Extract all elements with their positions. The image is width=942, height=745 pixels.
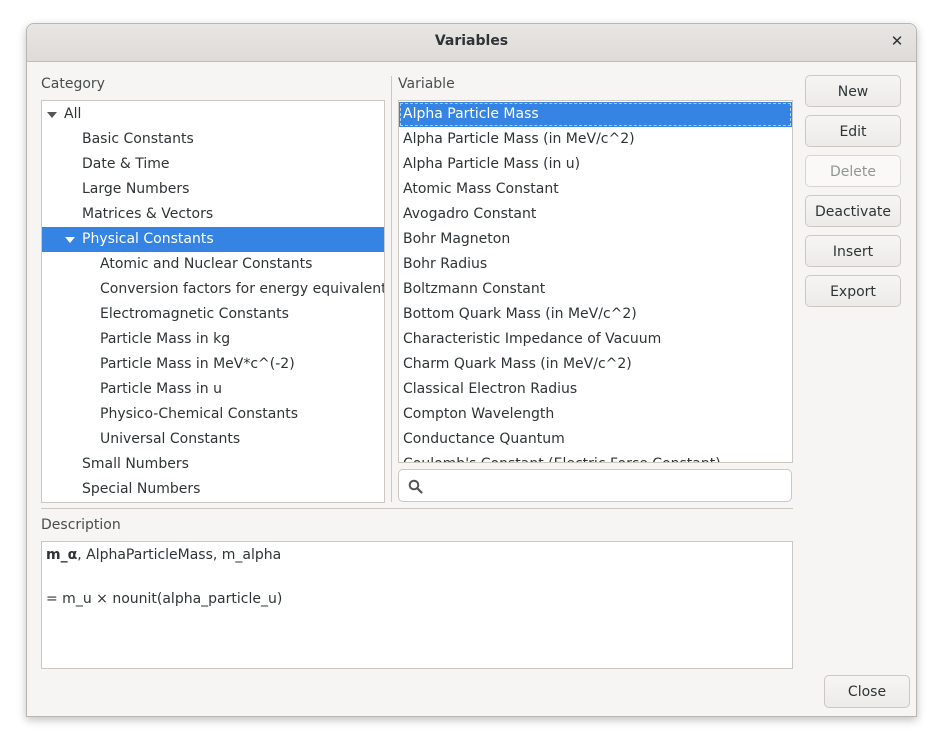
variable-item[interactable]: Boltzmann Constant bbox=[399, 277, 792, 302]
insert-button[interactable]: Insert bbox=[805, 235, 901, 267]
category-item[interactable]: Universal Constants bbox=[42, 427, 384, 452]
close-icon[interactable]: ✕ bbox=[888, 32, 906, 50]
category-item-label: Physical Constants bbox=[82, 231, 214, 247]
delete-button[interactable]: Delete bbox=[805, 155, 901, 187]
category-item-label: Universal Constants bbox=[100, 431, 241, 447]
category-item-label: Matrices & Vectors bbox=[82, 206, 214, 222]
export-button[interactable]: Export bbox=[805, 275, 901, 307]
variable-item[interactable]: Bohr Magneton bbox=[399, 227, 792, 252]
category-item-label: Small Numbers bbox=[82, 456, 189, 472]
category-item-label: Electromagnetic Constants bbox=[100, 306, 289, 322]
category-item-label: Date & Time bbox=[82, 156, 170, 172]
variable-label: Variable bbox=[398, 76, 455, 92]
category-item[interactable]: All bbox=[42, 102, 384, 127]
category-tree[interactable]: All Basic Constants Date & Time Large Numbe… bbox=[41, 100, 385, 503]
pane-divider[interactable] bbox=[391, 76, 392, 502]
category-item[interactable]: Physico-Chemical Constants bbox=[42, 402, 384, 427]
variable-item[interactable]: Charm Quark Mass (in MeV/c^2) bbox=[399, 352, 792, 377]
category-item[interactable]: Particle Mass in kg bbox=[42, 327, 384, 352]
category-item[interactable]: Particle Mass in u bbox=[42, 377, 384, 402]
close-button[interactable]: Close bbox=[824, 675, 910, 708]
category-item[interactable]: Basic Constants bbox=[42, 127, 384, 152]
category-item-label: Large Numbers bbox=[82, 181, 190, 197]
search-icon bbox=[408, 479, 423, 494]
category-item[interactable]: Conversion factors for energy equivalent… bbox=[42, 277, 384, 302]
description-expression: = m_u × nounit(alpha_particle_u) bbox=[46, 591, 283, 607]
category-item[interactable]: Matrices & Vectors bbox=[42, 202, 384, 227]
section-divider[interactable] bbox=[41, 508, 793, 509]
variables-dialog: Variables ✕ Category All Basic Constants D… bbox=[26, 23, 917, 717]
variable-search-field[interactable] bbox=[398, 469, 792, 502]
variable-item[interactable]: Coulomb's Constant (Electric Force Const… bbox=[399, 452, 792, 462]
new-button[interactable]: New bbox=[805, 75, 901, 107]
variable-item[interactable]: Alpha Particle Mass (in u) bbox=[399, 152, 792, 177]
variable-list[interactable]: Alpha Particle Mass Alpha Particle Mass (… bbox=[398, 100, 793, 463]
variable-item[interactable]: Atomic Mass Constant bbox=[399, 177, 792, 202]
description-names: m_α, AlphaParticleMass, m_alpha bbox=[46, 547, 281, 563]
variable-item[interactable]: Alpha Particle Mass bbox=[399, 102, 792, 127]
variable-item[interactable]: Alpha Particle Mass (in MeV/c^2) bbox=[399, 127, 792, 152]
category-item[interactable]: Small Numbers bbox=[42, 452, 384, 477]
window-title: Variables bbox=[434, 33, 509, 49]
description-text-view[interactable]: m_α, AlphaParticleMass, m_alpha = m_u × … bbox=[41, 541, 793, 669]
category-item-label: Particle Mass in MeV*c^(-2) bbox=[100, 356, 295, 372]
variable-item[interactable]: Compton Wavelength bbox=[399, 402, 792, 427]
alternate-names: , AlphaParticleMass, m_alpha bbox=[77, 547, 282, 563]
category-item-label: Special Numbers bbox=[82, 481, 201, 497]
category-item-label: All bbox=[64, 106, 82, 122]
expander-arrow-icon[interactable] bbox=[65, 237, 75, 243]
variable-item[interactable]: Bohr Radius bbox=[399, 252, 792, 277]
category-item[interactable]: Physical Constants bbox=[42, 227, 384, 252]
variable-item[interactable]: Characteristic Impedance of Vacuum bbox=[399, 327, 792, 352]
category-item-label: Particle Mass in kg bbox=[100, 331, 231, 347]
variable-item[interactable]: Conductance Quantum bbox=[399, 427, 792, 452]
category-item[interactable]: Particle Mass in MeV*c^(-2) bbox=[42, 352, 384, 377]
category-item[interactable]: Special Numbers bbox=[42, 477, 384, 502]
category-item[interactable]: Electromagnetic Constants bbox=[42, 302, 384, 327]
title-bar[interactable]: Variables ✕ bbox=[27, 24, 916, 62]
search-input[interactable] bbox=[431, 474, 785, 500]
expander-arrow-icon[interactable] bbox=[47, 112, 57, 118]
edit-button[interactable]: Edit bbox=[805, 115, 901, 147]
primary-name: m_α bbox=[46, 547, 78, 563]
deactivate-button[interactable]: Deactivate bbox=[805, 195, 901, 227]
category-item-label: Conversion factors for energy equivalent… bbox=[100, 281, 385, 297]
category-label: Category bbox=[41, 76, 105, 92]
category-item-label: Basic Constants bbox=[82, 131, 194, 147]
category-item[interactable]: Atomic and Nuclear Constants bbox=[42, 252, 384, 277]
category-item-label: Particle Mass in u bbox=[100, 381, 222, 397]
category-item-label: Atomic and Nuclear Constants bbox=[100, 256, 313, 272]
category-item[interactable]: Large Numbers bbox=[42, 177, 384, 202]
variable-item[interactable]: Classical Electron Radius bbox=[399, 377, 792, 402]
variable-item[interactable]: Bottom Quark Mass (in MeV/c^2) bbox=[399, 302, 792, 327]
category-item-label: Physico-Chemical Constants bbox=[100, 406, 298, 422]
category-item[interactable]: Date & Time bbox=[42, 152, 384, 177]
description-label: Description bbox=[41, 517, 121, 533]
variable-item[interactable]: Avogadro Constant bbox=[399, 202, 792, 227]
